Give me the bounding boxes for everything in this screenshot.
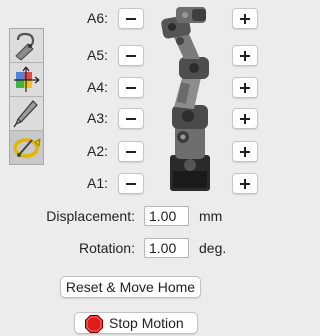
joint-label-a2: A2: (86, 143, 108, 159)
reset-button-label: Reset & Move Home (65, 279, 196, 295)
jog-control-panel: A6: A5: A4: A3: A2: A1: Displacement: 1.… (0, 0, 268, 336)
minus-icon (126, 87, 136, 89)
minus-icon (126, 18, 136, 20)
tool-rotate[interactable] (10, 131, 43, 164)
tool-wrist[interactable] (10, 29, 43, 63)
a6-increment-button[interactable] (232, 8, 258, 29)
stop-button-label: Stop Motion (109, 315, 184, 331)
stop-sign-icon (85, 315, 103, 333)
minus-icon (126, 118, 136, 120)
minus-icon (126, 55, 136, 57)
a2-increment-button[interactable] (232, 141, 258, 162)
a1-decrement-button[interactable] (118, 173, 144, 194)
a5-decrement-button[interactable] (118, 45, 144, 66)
axis-frame-icon (14, 66, 40, 92)
a2-decrement-button[interactable] (118, 141, 144, 162)
tool-palette (9, 28, 44, 165)
minus-icon (126, 151, 136, 153)
stop-motion-button[interactable]: Stop Motion (74, 312, 198, 334)
tool-pen[interactable] (10, 97, 43, 131)
joint-label-a4: A4: (86, 79, 108, 95)
displacement-input[interactable] (144, 206, 189, 226)
displacement-unit: mm (199, 208, 223, 224)
robot-arm-image (161, 7, 210, 191)
circular-arrow-icon (13, 138, 41, 158)
a3-increment-button[interactable] (232, 108, 258, 129)
joint-label-a5: A5: (86, 47, 108, 63)
a4-increment-button[interactable] (232, 77, 258, 98)
a5-increment-button[interactable] (232, 45, 258, 66)
rotation-label: Rotation: (78, 240, 135, 256)
rotation-unit: deg. (199, 240, 227, 256)
a4-decrement-button[interactable] (118, 77, 144, 98)
joint-label-a6: A6: (86, 10, 108, 26)
tool-frame[interactable] (10, 63, 43, 97)
reset-move-home-button[interactable]: Reset & Move Home (60, 276, 201, 298)
wrist-hook-icon (15, 32, 35, 61)
a1-increment-button[interactable] (232, 173, 258, 194)
displacement-label: Displacement: (46, 208, 135, 224)
pen-icon (13, 100, 38, 128)
minus-icon (126, 183, 136, 185)
a6-decrement-button[interactable] (118, 8, 144, 29)
joint-label-a1: A1: (86, 175, 108, 191)
rotation-input[interactable] (144, 238, 189, 258)
a3-decrement-button[interactable] (118, 108, 144, 129)
joint-label-a3: A3: (86, 110, 108, 126)
